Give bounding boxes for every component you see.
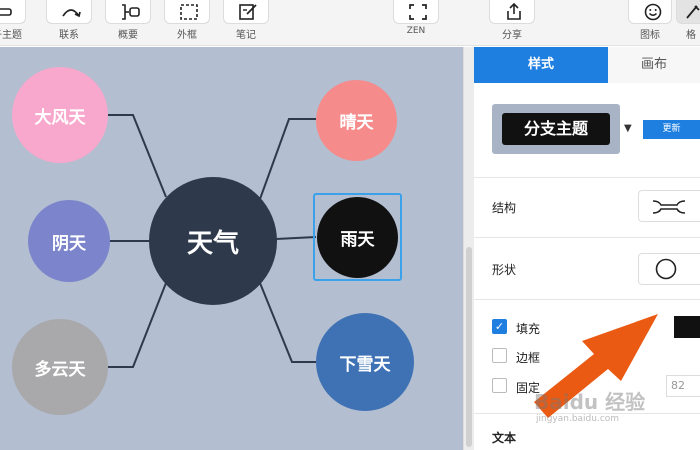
branch-label-yin: 阴天: [52, 233, 86, 254]
format-label: 格: [686, 30, 696, 41]
style-dropdown-caret-icon[interactable]: ▼: [624, 123, 632, 134]
central-topic-node[interactable]: 天气: [149, 177, 277, 305]
format-icon: [686, 5, 700, 19]
summary-icon: [122, 4, 140, 20]
shape-label: 形状: [492, 263, 517, 277]
branch-node-duoyun[interactable]: 多云天: [12, 319, 108, 415]
connector-yu: [275, 236, 317, 240]
top-toolbar: 子主题 联系 概要 外框 笔记 ZEN 分享 图标: [0, 0, 700, 46]
structure-select[interactable]: [638, 190, 700, 222]
connector-xiaxue: [259, 282, 316, 363]
tab-style[interactable]: 样式: [474, 47, 608, 83]
branch-node-dafeng[interactable]: 大风天: [12, 67, 108, 163]
emoji-label: 图标: [640, 30, 660, 41]
branch-node-yu[interactable]: 雨天: [317, 197, 398, 278]
branch-label-qing: 晴天: [339, 113, 374, 133]
relationship-icon: [62, 9, 81, 18]
divider: [474, 237, 700, 238]
add-subtopic-icon: [0, 8, 12, 16]
notes-label: 笔记: [236, 30, 256, 41]
relationship-label: 联系: [59, 30, 79, 41]
fixed-width-checkbox[interactable]: [492, 378, 507, 393]
divider: [474, 299, 700, 300]
mindmap-canvas[interactable]: 大风天 阴天 多云天 天气 晴天 雨天 下雪天: [0, 47, 463, 450]
fill-label: 填充: [516, 322, 541, 336]
shape-select[interactable]: [638, 253, 700, 285]
branch-label-xiaxue: 下雪天: [339, 354, 391, 375]
watermark-url: jingyan.baidu.com: [536, 414, 620, 424]
divider: [474, 177, 700, 178]
structure-label: 结构: [492, 201, 517, 215]
boundary-icon: [180, 4, 198, 20]
notes-icon: [239, 4, 257, 20]
branch-label-dafeng: 大风天: [34, 107, 86, 128]
circle-shape-icon: [655, 258, 677, 280]
zen-label: ZEN: [406, 26, 426, 36]
connector-duoyun: [108, 282, 167, 368]
mindmap-app: 子主题 联系 概要 外框 笔记 ZEN 分享 图标: [0, 0, 700, 450]
connector-qing: [259, 118, 316, 200]
connector-dafeng: [108, 114, 167, 198]
fill-color-swatch[interactable]: [674, 316, 700, 338]
branch-label-duoyun: 多云天: [34, 359, 86, 380]
central-topic-label: 天气: [186, 228, 239, 259]
tab-canvas[interactable]: 画布: [608, 47, 700, 83]
canvas-scrollbar[interactable]: [463, 47, 474, 450]
panel-tabs: 样式 画布: [474, 47, 700, 83]
topic-style-preview-label: 分支主题: [502, 113, 610, 145]
fill-checkbox[interactable]: ✓: [492, 319, 507, 334]
watermark-logo: Baidu 经验: [534, 390, 646, 414]
add-subtopic-label: 子主题: [0, 30, 22, 41]
boundary-label: 外框: [177, 30, 197, 41]
scrollbar-thumb[interactable]: [466, 247, 472, 447]
branch-node-yin[interactable]: 阴天: [28, 200, 110, 282]
branch-node-qing[interactable]: 晴天: [316, 80, 397, 161]
fullscreen-icon: [409, 4, 427, 20]
summary-label: 概要: [118, 30, 138, 41]
border-checkbox[interactable]: [492, 348, 507, 363]
border-label: 边框: [516, 351, 541, 365]
topic-style-preview[interactable]: 分支主题: [492, 104, 620, 154]
structure-icon: [652, 200, 686, 214]
branch-node-xiaxue[interactable]: 下雪天: [316, 313, 414, 411]
emoji-icon: [644, 3, 662, 21]
update-style-button[interactable]: 更新: [643, 120, 700, 139]
text-section-label: 文本: [492, 431, 517, 445]
branch-label-yu: 雨天: [340, 230, 375, 250]
share-icon: [507, 2, 521, 20]
share-label: 分享: [502, 30, 522, 41]
baidu-watermark: Baidu 经验 jingyan.baidu.com: [534, 386, 694, 434]
